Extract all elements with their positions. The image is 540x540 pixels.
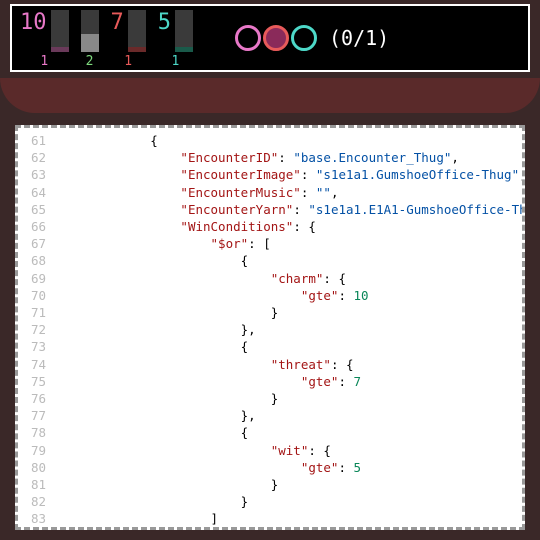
line-number: 81 — [18, 476, 60, 493]
code-line: 61 { — [18, 132, 522, 149]
code-line: 63 "EncounterImage": "s1e1a1.GumshoeOffi… — [18, 166, 522, 183]
code-line: 83 ] — [18, 510, 522, 527]
line-number: 84 — [18, 528, 60, 530]
hud-bar: 10127151 (0/1) — [10, 4, 530, 72]
line-number: 67 — [18, 235, 60, 252]
code-line: 65 "EncounterYarn": "s1e1a1.E1A1-Gumshoe… — [18, 201, 522, 218]
code-line: 76 } — [18, 390, 522, 407]
line-number: 76 — [18, 390, 60, 407]
token-0 — [235, 25, 261, 51]
stat-bar — [81, 10, 99, 52]
line-number: 65 — [18, 201, 60, 218]
line-number: 71 — [18, 304, 60, 321]
line-number: 70 — [18, 287, 60, 304]
code-line: 82 } — [18, 493, 522, 510]
stat-label: 2 — [86, 54, 94, 69]
stat-value: 10 — [20, 8, 47, 34]
code-line: 77 }, — [18, 407, 522, 424]
stat-1: 2 — [81, 8, 99, 69]
code-line: 64 "EncounterMusic": "", — [18, 184, 522, 201]
stat-3: 51 — [158, 8, 193, 69]
line-number: 78 — [18, 424, 60, 441]
code-line: 62 "EncounterID": "base.Encounter_Thug", — [18, 149, 522, 166]
line-number: 73 — [18, 338, 60, 355]
line-number: 83 — [18, 510, 60, 527]
token-1 — [263, 25, 289, 51]
code-line: 81 } — [18, 476, 522, 493]
stat-label: 1 — [171, 54, 179, 69]
code-line: 74 "threat": { — [18, 356, 522, 373]
stat-value: 5 — [158, 8, 171, 34]
stat-0: 10 1 — [20, 8, 69, 69]
token-group: (0/1) — [235, 25, 389, 51]
code-line: 69 "charm": { — [18, 270, 522, 287]
line-number: 77 — [18, 407, 60, 424]
code-panel[interactable]: 61 {62 "EncounterID": "base.Encounter_Th… — [15, 125, 525, 530]
stat-bar — [175, 10, 193, 52]
code-line: 78 { — [18, 424, 522, 441]
line-number: 79 — [18, 442, 60, 459]
line-number: 63 — [18, 166, 60, 183]
background-stripe — [0, 78, 540, 113]
stat-bar — [51, 10, 69, 52]
token-2 — [291, 25, 317, 51]
token-count: (0/1) — [329, 26, 389, 50]
code-line: 66 "WinConditions": { — [18, 218, 522, 235]
stat-label: 1 — [40, 54, 48, 69]
stat-label: 1 — [124, 54, 132, 69]
code-line: 75 "gte": 7 — [18, 373, 522, 390]
line-number: 80 — [18, 459, 60, 476]
line-number: 61 — [18, 132, 60, 149]
code-line: 73 { — [18, 338, 522, 355]
line-number: 74 — [18, 356, 60, 373]
line-number: 69 — [18, 270, 60, 287]
code-line: 79 "wit": { — [18, 442, 522, 459]
line-number: 82 — [18, 493, 60, 510]
line-number: 66 — [18, 218, 60, 235]
code-line: 72 }, — [18, 321, 522, 338]
code-line: 84 } — [18, 528, 522, 530]
line-number: 72 — [18, 321, 60, 338]
line-number: 68 — [18, 252, 60, 269]
code-line: 80 "gte": 5 — [18, 459, 522, 476]
code-line: 71 } — [18, 304, 522, 321]
code-line: 67 "$or": [ — [18, 235, 522, 252]
code-line: 70 "gte": 10 — [18, 287, 522, 304]
stat-2: 71 — [111, 8, 146, 69]
stat-value: 7 — [111, 8, 124, 34]
line-number: 64 — [18, 184, 60, 201]
code-line: 68 { — [18, 252, 522, 269]
line-number: 75 — [18, 373, 60, 390]
stat-bar — [128, 10, 146, 52]
line-number: 62 — [18, 149, 60, 166]
